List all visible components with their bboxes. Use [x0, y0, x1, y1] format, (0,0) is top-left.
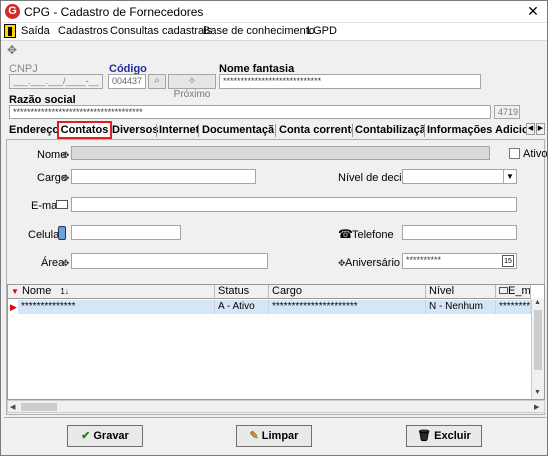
proximo-label: Próximo	[173, 89, 211, 100]
exit-door-icon[interactable]	[4, 24, 16, 38]
tab-divider	[275, 124, 276, 137]
grid-cell-nivel[interactable]: N - Nenhum	[426, 300, 496, 314]
tab-divider	[424, 124, 425, 137]
next-arrow-icon: ✧	[187, 76, 197, 87]
calendar-icon[interactable]: 15	[502, 255, 514, 267]
grid-cell-email[interactable]: **********	[496, 300, 531, 314]
ativo-label: Ativo	[523, 148, 548, 160]
grid-cell-nome[interactable]: **************	[18, 300, 215, 314]
cnpj-field[interactable]: ___.___.___/____-__	[9, 74, 103, 89]
menu-bar: Saída Cadastros Consultas cadastrais Bas…	[1, 23, 547, 41]
celular-field[interactable]	[71, 225, 181, 240]
tab-endereco[interactable]: Endereço	[9, 121, 57, 139]
limpar-label: Limpar	[261, 430, 299, 442]
tab-internet[interactable]: Internet	[159, 121, 199, 139]
grid-cell-status[interactable]: A - Ativo	[215, 300, 269, 314]
aniversario-field[interactable]: **********	[402, 253, 517, 269]
email-field[interactable]	[71, 197, 517, 212]
tab-scroll-left-icon[interactable]: ◀	[526, 123, 535, 135]
grid-header-label: Nome	[21, 285, 52, 297]
tab-scroll-right-icon[interactable]: ▶	[536, 123, 545, 135]
grid-header-email[interactable]: E_ma	[496, 285, 531, 299]
area-label: Área	[41, 257, 65, 269]
grid-header-status[interactable]: Status	[215, 285, 269, 299]
grid-cell-cargo[interactable]: **********************	[269, 300, 426, 314]
tab-divider	[352, 124, 353, 137]
limpar-button[interactable]: ✎ Limpar	[236, 425, 312, 447]
main-window: G CPG - Cadastro de Fornecedores ✕ Saída…	[0, 0, 548, 456]
tab-informacoes-adicionais[interactable]: Informações Adiciona	[427, 121, 526, 139]
required-icon: ✥	[62, 150, 70, 160]
scroll-thumb[interactable]	[21, 403, 57, 411]
scroll-left-icon[interactable]: ◀	[10, 403, 15, 411]
gravar-label: Gravar	[93, 430, 129, 442]
gravar-button[interactable]: ✔ Gravar	[67, 425, 143, 447]
excluir-button[interactable]: 🗑 Excluir	[406, 425, 482, 447]
checkmark-icon: ✔	[81, 430, 91, 442]
tab-documentacao[interactable]: Documentação	[202, 121, 274, 139]
grid-header-cargo[interactable]: Cargo	[269, 285, 426, 299]
telefone-label: Telefone	[352, 229, 394, 241]
close-button[interactable]: ✕	[521, 2, 545, 20]
tab-divider	[156, 124, 157, 137]
nome-field[interactable]	[71, 146, 490, 160]
tab-contatos[interactable]: Contatos	[57, 121, 112, 139]
tab-contabilizacao[interactable]: Contabilização	[355, 121, 425, 139]
aniversario-label: Aniversário	[345, 257, 401, 269]
scroll-thumb[interactable]	[534, 310, 542, 370]
scroll-down-icon[interactable]: ▼	[534, 389, 541, 396]
menu-base-conhecimento[interactable]: Base de conhecimento	[203, 25, 315, 37]
grid-vertical-scrollbar[interactable]: ▲ ▼	[531, 299, 544, 399]
area-field[interactable]	[71, 253, 268, 269]
fantasia-field[interactable]: ****************************	[219, 74, 481, 89]
nivel-decisao-select[interactable]	[402, 169, 517, 184]
razao-field[interactable]: *************************************	[9, 105, 491, 119]
binoculars-icon: ⌕	[154, 75, 160, 86]
cargo-field[interactable]	[71, 169, 256, 184]
divider	[4, 417, 546, 418]
email-envelope-icon	[499, 287, 508, 294]
tab-strip: Endereço Contatos Diversos Internet Docu…	[6, 121, 546, 139]
scroll-up-icon[interactable]: ▲	[534, 299, 541, 306]
required-icon: ✥	[62, 173, 70, 183]
sort-desc-icon: ▼	[11, 287, 19, 296]
codigo-field[interactable]: 004437	[108, 74, 146, 89]
menu-saida[interactable]: Saída	[21, 25, 50, 37]
background-strip	[548, 0, 553, 458]
tab-diversos[interactable]: Diversos	[112, 121, 158, 139]
grid-horizontal-scrollbar[interactable]: ◀ ▶	[7, 400, 545, 413]
trash-icon: 🗑	[417, 430, 432, 442]
ativo-checkbox[interactable]	[509, 148, 520, 159]
eraser-brush-icon: ✎	[249, 430, 259, 442]
email-envelope-icon	[56, 200, 68, 209]
cellphone-icon	[58, 226, 66, 240]
sort-order-icon: 1↓	[60, 287, 69, 296]
required-icon: ✥	[62, 258, 70, 268]
contacts-grid: ▼ Nome 1↓ Status Cargo Nível E_ma ▶ ****…	[7, 284, 545, 400]
grid-header-nome[interactable]: ▼ Nome 1↓	[8, 285, 215, 299]
razao-code-field: 4719	[494, 105, 520, 119]
menu-consultas-cadastrais[interactable]: Consultas cadastrais	[110, 25, 212, 37]
binoculars-search-button[interactable]: ⌕	[148, 74, 166, 89]
window-title: CPG - Cadastro de Fornecedores	[24, 5, 204, 19]
title-bar: G CPG - Cadastro de Fornecedores ✕	[1, 1, 547, 23]
grid-header-label: E_ma	[508, 285, 531, 297]
current-row-indicator-icon: ▶	[10, 302, 17, 312]
telephone-icon: ☎	[338, 227, 353, 241]
menu-cadastros[interactable]: Cadastros	[58, 25, 108, 37]
app-logo-icon: G	[5, 4, 20, 19]
tab-divider	[198, 124, 199, 137]
settings-icon[interactable]: ✥	[7, 43, 17, 57]
grid-header-nivel[interactable]: Nível	[426, 285, 496, 299]
telefone-field[interactable]	[402, 225, 517, 240]
excluir-label: Excluir	[434, 430, 471, 442]
proximo-button[interactable]: ✧ Próximo	[168, 74, 216, 100]
menu-lgpd[interactable]: LGPD	[307, 25, 337, 37]
tab-conta-corrente[interactable]: Conta corrente	[279, 121, 353, 139]
chevron-down-icon[interactable]: ▼	[503, 170, 516, 183]
scroll-right-icon[interactable]: ▶	[534, 403, 539, 411]
